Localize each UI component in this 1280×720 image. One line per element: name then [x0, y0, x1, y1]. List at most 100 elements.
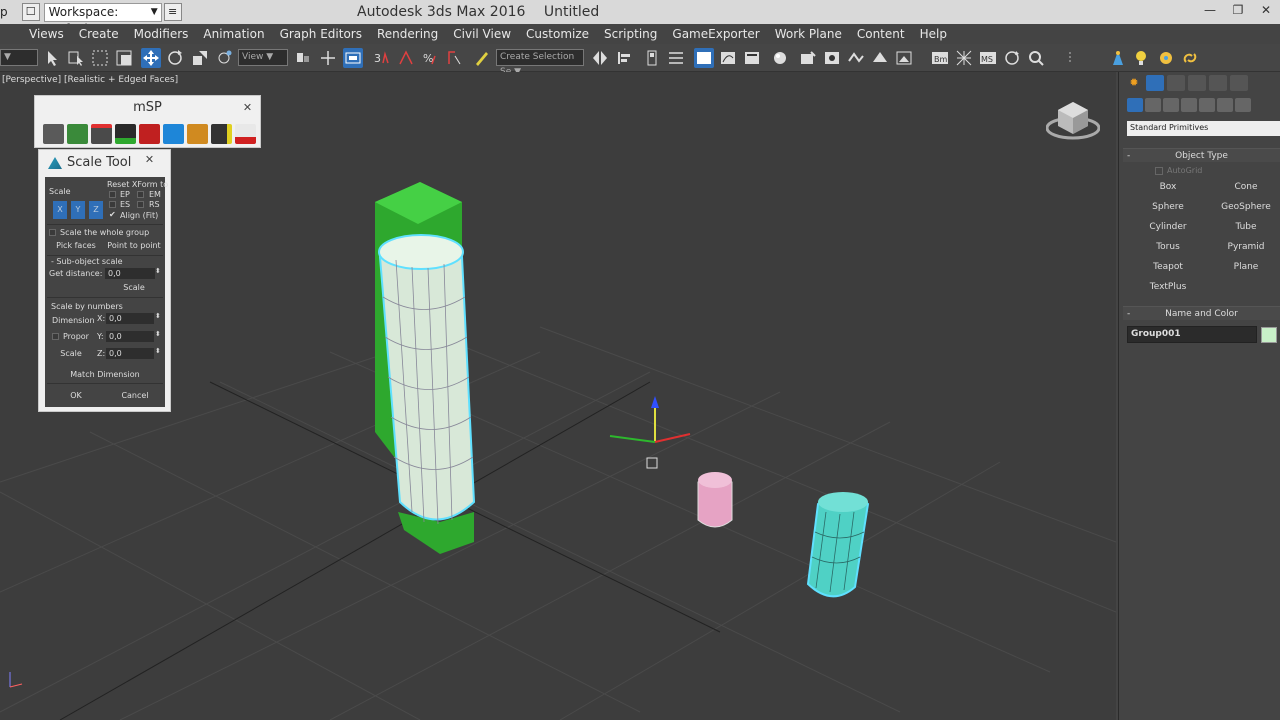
minimize-icon[interactable]: —: [1196, 0, 1224, 20]
cancel-button[interactable]: Cancel: [107, 391, 163, 400]
textplus-button[interactable]: TextPlus: [1131, 279, 1205, 296]
menu-gameexporter[interactable]: GameExporter: [665, 27, 767, 41]
scale-icon[interactable]: [190, 48, 210, 68]
name-and-color-rollout[interactable]: - Name and Color: [1123, 306, 1280, 320]
scale-numbers-button[interactable]: Scale: [49, 349, 93, 358]
pivot-point-icon[interactable]: [293, 48, 313, 68]
align-fit-checkmark-icon[interactable]: ✔: [109, 210, 116, 219]
angle-snap-icon[interactable]: [396, 48, 416, 68]
move-icon[interactable]: [141, 48, 161, 68]
selected-cylinder[interactable]: [378, 238, 476, 521]
pyramid-button[interactable]: Pyramid: [1209, 239, 1280, 256]
selection-filter-combo[interactable]: ▼: [0, 49, 38, 66]
y-spinner-icon[interactable]: ⬍: [155, 330, 161, 338]
menu-graph-editors[interactable]: Graph Editors: [273, 27, 370, 41]
tab-hierarchy-icon[interactable]: [1167, 75, 1185, 91]
select-object-icon[interactable]: [42, 48, 62, 68]
edit-named-selection-icon[interactable]: [472, 48, 492, 68]
maxscript-icon[interactable]: MS: [978, 48, 998, 68]
match-dimension-button[interactable]: Match Dimension: [49, 370, 161, 379]
space-warps-icon[interactable]: [1217, 98, 1233, 112]
helpers-icon[interactable]: [1199, 98, 1215, 112]
shapes-icon[interactable]: [1145, 98, 1161, 112]
distance-spinner-icon[interactable]: ⬍: [155, 267, 161, 275]
systems-icon[interactable]: [1235, 98, 1251, 112]
menu-help[interactable]: Help: [913, 27, 955, 41]
close-icon[interactable]: ✕: [1252, 0, 1280, 20]
workspace-icon[interactable]: ☐: [21, 3, 40, 21]
menu-work-plane[interactable]: Work Plane: [768, 27, 850, 41]
cylinder-button[interactable]: Cylinder: [1131, 219, 1205, 236]
refresh-icon[interactable]: [1002, 48, 1022, 68]
mirror-icon[interactable]: [590, 48, 610, 68]
tube-button[interactable]: Tube: [1209, 219, 1280, 236]
curve-editor-icon[interactable]: [718, 48, 738, 68]
workspace-combo[interactable]: Workspace: Default ▼: [43, 2, 162, 36]
rs-checkbox[interactable]: [137, 201, 144, 208]
bitmap-icon[interactable]: Bm: [930, 48, 950, 68]
render-activeshade-icon[interactable]: [894, 48, 914, 68]
plane-button[interactable]: Plane: [1209, 259, 1280, 276]
object-type-rollout[interactable]: - Object Type: [1123, 148, 1280, 162]
box-button[interactable]: Box: [1131, 179, 1205, 196]
percent-snap-icon[interactable]: %: [420, 48, 440, 68]
rendered-frame-icon[interactable]: [822, 48, 842, 68]
z-spinner-icon[interactable]: ⬍: [155, 347, 161, 355]
cameras-icon[interactable]: [1181, 98, 1197, 112]
distance-field[interactable]: 0,0: [105, 268, 155, 279]
autogrid-checkbox[interactable]: [1155, 166, 1163, 175]
menu-rendering[interactable]: Rendering: [370, 27, 446, 41]
render-setup-icon[interactable]: [798, 48, 818, 68]
render-production-icon[interactable]: [846, 48, 866, 68]
msp-tool-iso-icon[interactable]: [139, 124, 160, 144]
geometry-icon[interactable]: [1127, 98, 1143, 112]
place-icon[interactable]: [214, 48, 234, 68]
viewport-label[interactable]: [Perspective] [Realistic + Edged Faces]: [2, 75, 178, 85]
menu-civil-view[interactable]: Civil View: [446, 27, 519, 41]
graphite-tools-icon[interactable]: [694, 48, 714, 68]
scale-button[interactable]: Scale: [105, 283, 163, 292]
es-checkbox[interactable]: [109, 201, 116, 208]
lightbulb-icon[interactable]: [1132, 48, 1152, 68]
msp-tool-2-icon[interactable]: [211, 124, 232, 144]
axis-y-button[interactable]: Y: [71, 201, 85, 219]
pick-faces-button[interactable]: Pick faces: [49, 241, 103, 250]
hamburger-icon[interactable]: ≡: [163, 3, 182, 21]
object-color-swatch[interactable]: [1261, 326, 1277, 343]
render-iterative-icon[interactable]: [870, 48, 890, 68]
toggle-ribbon-icon[interactable]: [666, 48, 686, 68]
rectangular-selection-icon[interactable]: [90, 48, 110, 68]
window-crossing-icon[interactable]: [114, 48, 134, 68]
spinner-snap-icon[interactable]: [444, 48, 464, 68]
scale-whole-group-checkbox[interactable]: [49, 229, 56, 236]
menu-modifiers[interactable]: Modifiers: [127, 27, 197, 41]
menu-views[interactable]: Views: [22, 27, 72, 41]
rotate-icon[interactable]: [165, 48, 185, 68]
lights-icon[interactable]: [1163, 98, 1179, 112]
viewcube-icon[interactable]: [1045, 96, 1101, 144]
select-manipulate-icon[interactable]: [318, 48, 338, 68]
menu-animation[interactable]: Animation: [196, 27, 272, 41]
schematic-view-icon[interactable]: [742, 48, 762, 68]
zoom-search-icon[interactable]: [1026, 48, 1046, 68]
menu-customize[interactable]: Customize: [519, 27, 597, 41]
tab-display-icon[interactable]: [1209, 75, 1227, 91]
menu-create[interactable]: Create: [72, 27, 127, 41]
msp-tool-red-hat-icon[interactable]: [235, 124, 256, 144]
layer-explorer-icon[interactable]: [642, 48, 662, 68]
tab-create-sun-icon[interactable]: ✹: [1125, 75, 1143, 91]
msp-tool-green-arrows-icon[interactable]: [115, 124, 136, 144]
em-checkbox[interactable]: [137, 191, 144, 198]
material-editor-icon[interactable]: [770, 48, 790, 68]
dimension-z-field[interactable]: 0,0: [106, 348, 154, 359]
point-to-point-button[interactable]: Point to point: [105, 241, 163, 250]
msp-tool-blue-icon[interactable]: [163, 124, 184, 144]
reference-coordinate-combo[interactable]: View ▼: [238, 49, 288, 66]
axis-z-button[interactable]: Z: [89, 201, 103, 219]
select-by-name-icon[interactable]: [66, 48, 86, 68]
dimension-x-field[interactable]: 0,0: [106, 313, 154, 324]
object-name-field[interactable]: Group001: [1127, 326, 1257, 343]
close-icon[interactable]: ✕: [143, 153, 156, 166]
ok-button[interactable]: OK: [49, 391, 103, 400]
msp-tool-ui-icon[interactable]: [187, 124, 208, 144]
